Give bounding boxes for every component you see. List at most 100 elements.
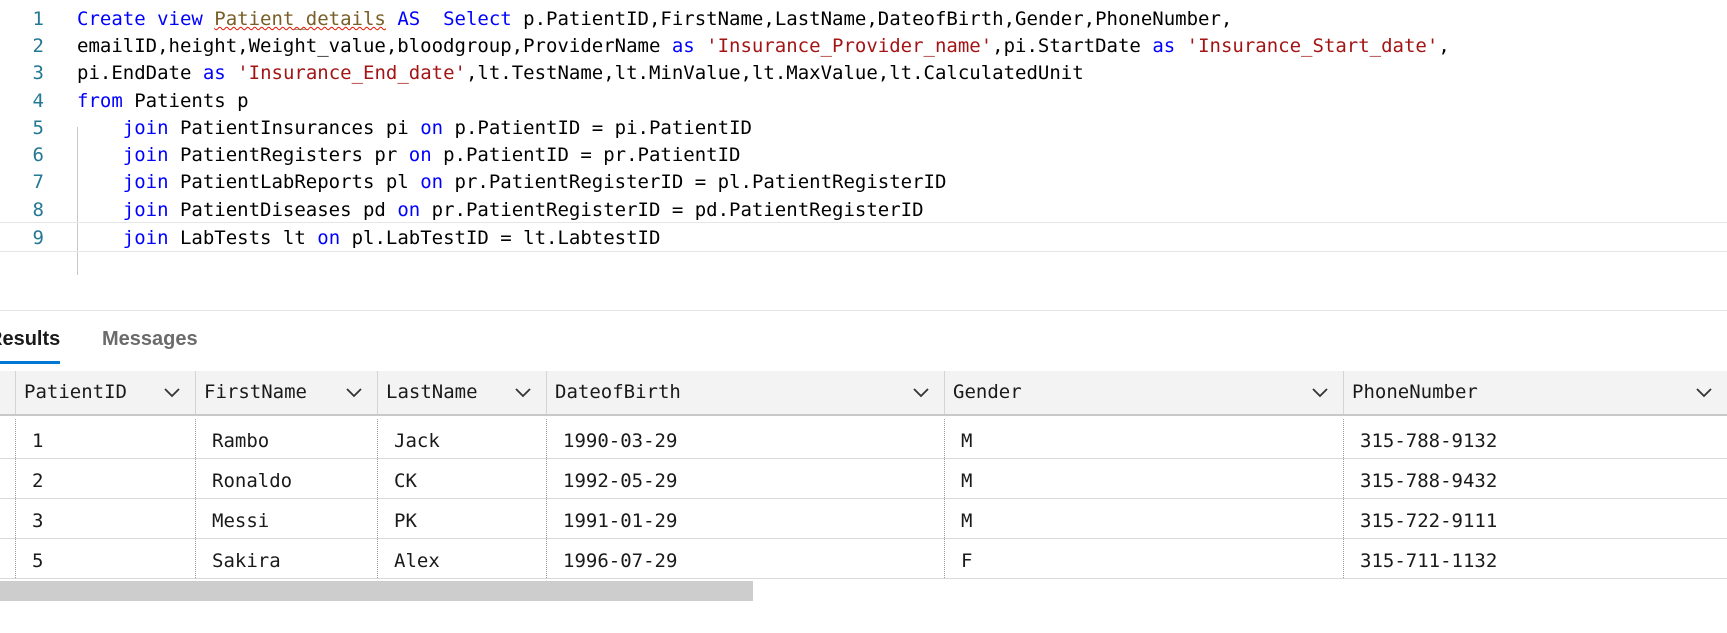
code-line[interactable]: 8 join PatientDiseases pd on pr.PatientR… — [0, 195, 1727, 225]
line-number: 6 — [32, 144, 44, 166]
line-number: 2 — [32, 35, 44, 57]
table-cell[interactable]: Rambo — [195, 419, 377, 458]
table-cell[interactable]: 5 — [15, 539, 195, 578]
code-line[interactable]: 3 pi.EndDate as 'Insurance_End_date',lt.T… — [0, 58, 1727, 88]
chevron-down-icon[interactable] — [513, 383, 533, 403]
table-cell[interactable]: 2 — [15, 459, 195, 498]
horizontal-scrollbar[interactable] — [0, 581, 753, 601]
column-header-label: DateofBirth — [555, 381, 681, 403]
chevron-down-icon[interactable] — [1694, 383, 1714, 403]
table-cell[interactable]: 315-722-9111 — [1343, 499, 1727, 538]
code-line[interactable]: 7 join PatientLabReports pl on pr.Patien… — [0, 167, 1727, 197]
sql-token: p.PatientID = pi.PatientID — [443, 117, 752, 139]
sql-keyword: on — [408, 144, 432, 166]
sql-token: PatientDiseases pd — [168, 199, 398, 221]
tab-messages-label: Messages — [102, 328, 198, 350]
results-tab-bar: Results Messages — [0, 318, 1727, 364]
code-line[interactable]: 2 emailID,height,Weight_value,bloodgroup,… — [0, 31, 1727, 61]
column-header[interactable]: PatientID — [15, 371, 195, 414]
code-text: join PatientRegisters pr on p.PatientID … — [77, 140, 741, 170]
column-header[interactable]: LastName — [377, 371, 546, 414]
table-cell-value: 1996-07-29 — [563, 550, 678, 572]
code-text: join PatientDiseases pd on pr.PatientReg… — [77, 195, 924, 225]
table-cell[interactable]: 315-788-9432 — [1343, 459, 1727, 498]
sql-token: p.PatientID = pr.PatientID — [431, 144, 741, 166]
chevron-down-icon[interactable] — [344, 383, 364, 403]
table-cell-value: CK — [394, 470, 417, 492]
column-header-label: LastName — [386, 381, 478, 403]
code-text: emailID,height,Weight_value,bloodgroup,P… — [77, 31, 1450, 61]
table-cell[interactable]: CK — [377, 459, 546, 498]
sql-editor[interactable]: 1 Create view Patient_details AS Select p… — [0, 0, 1727, 280]
table-row[interactable]: 1 Rambo Jack 1990-03-29 M 315-788-9132 — [0, 419, 1727, 459]
sql-token: pi.EndDate — [77, 62, 203, 84]
table-cell[interactable]: 1996-07-29 — [546, 539, 944, 578]
table-cell[interactable]: Messi — [195, 499, 377, 538]
code-line[interactable]: 9 join LabTests lt on pl.LabTestID = lt.… — [0, 222, 1727, 252]
table-cell-value: Sakira — [212, 550, 281, 572]
table-cell[interactable]: M — [944, 499, 1343, 538]
table-cell[interactable]: 315-788-9132 — [1343, 419, 1727, 458]
table-cell-value: Jack — [394, 430, 440, 452]
tab-results[interactable]: Results — [0, 318, 61, 364]
column-header[interactable]: PhoneNumber — [1343, 371, 1727, 414]
table-cell-value: 315-788-9132 — [1360, 430, 1498, 452]
tab-messages[interactable]: Messages — [102, 318, 198, 360]
sql-keyword: Create view — [77, 8, 215, 30]
sql-keyword: AS — [385, 8, 444, 30]
sql-keyword: on — [420, 117, 444, 139]
column-header[interactable]: DateofBirth — [546, 371, 944, 414]
table-cell[interactable]: 3 — [15, 499, 195, 538]
sql-keyword: join — [122, 117, 169, 139]
table-cell-value: Alex — [394, 550, 440, 572]
view-name-identifier: Patient_details — [214, 8, 386, 30]
code-line[interactable]: 1 Create view Patient_details AS Select p… — [0, 4, 1727, 34]
sql-token: LabTests lt — [168, 227, 318, 249]
code-text: join PatientLabReports pl on pr.PatientR… — [77, 167, 947, 197]
panel-divider — [0, 310, 1727, 311]
code-text: join LabTests lt on pl.LabTestID = lt.La… — [77, 223, 661, 253]
table-row[interactable]: 2 Ronaldo CK 1992-05-29 M 315-788-9432 — [0, 459, 1727, 499]
table-cell-value: PK — [394, 510, 417, 532]
chevron-down-icon[interactable] — [1310, 383, 1330, 403]
code-line[interactable]: 5 join PatientInsurances pi on p.Patient… — [0, 113, 1727, 143]
table-row[interactable]: 5 Sakira Alex 1996-07-29 F 315-711-1132 — [0, 539, 1727, 579]
table-cell[interactable]: Jack — [377, 419, 546, 458]
table-row[interactable]: 3 Messi PK 1991-01-29 M 315-722-9111 — [0, 499, 1727, 539]
code-line[interactable]: 6 join PatientRegisters pr on p.PatientI… — [0, 140, 1727, 170]
column-header[interactable]: Gender — [944, 371, 1343, 414]
table-cell-value: 315-711-1132 — [1360, 550, 1498, 572]
sql-token: pr.PatientRegisterID = pd.PatientRegiste… — [420, 199, 924, 221]
table-cell[interactable]: M — [944, 419, 1343, 458]
table-cell[interactable]: 1992-05-29 — [546, 459, 944, 498]
table-cell-value: M — [961, 510, 973, 532]
table-cell[interactable]: M — [944, 459, 1343, 498]
table-cell[interactable]: 315-711-1132 — [1343, 539, 1727, 578]
table-cell-value: 315-788-9432 — [1360, 470, 1498, 492]
table-cell[interactable]: F — [944, 539, 1343, 578]
chevron-down-icon[interactable] — [911, 383, 931, 403]
table-cell-value: 315-722-9111 — [1360, 510, 1498, 532]
table-cell[interactable]: Ronaldo — [195, 459, 377, 498]
sql-keyword: on — [420, 171, 444, 193]
table-cell[interactable]: 1 — [15, 419, 195, 458]
column-header-label: PatientID — [24, 381, 127, 403]
table-cell[interactable]: PK — [377, 499, 546, 538]
table-cell[interactable]: Sakira — [195, 539, 377, 578]
code-text: join PatientInsurances pi on p.PatientID… — [77, 113, 752, 143]
sql-token: PatientInsurances pi — [168, 117, 421, 139]
table-cell[interactable]: 1991-01-29 — [546, 499, 944, 538]
table-cell[interactable]: 1990-03-29 — [546, 419, 944, 458]
column-header[interactable]: FirstName — [195, 371, 377, 414]
sql-token: ,lt.TestName,lt.MinValue,lt.MaxValue,lt.… — [465, 62, 1084, 84]
sql-token: pr.PatientRegisterID = pl.PatientRegiste… — [443, 171, 947, 193]
sql-keyword: as — [671, 35, 695, 57]
table-cell[interactable]: Alex — [377, 539, 546, 578]
table-cell-value: Ronaldo — [212, 470, 293, 492]
code-line[interactable]: 4 from Patients p — [0, 86, 1727, 116]
chevron-down-icon[interactable] — [162, 383, 182, 403]
